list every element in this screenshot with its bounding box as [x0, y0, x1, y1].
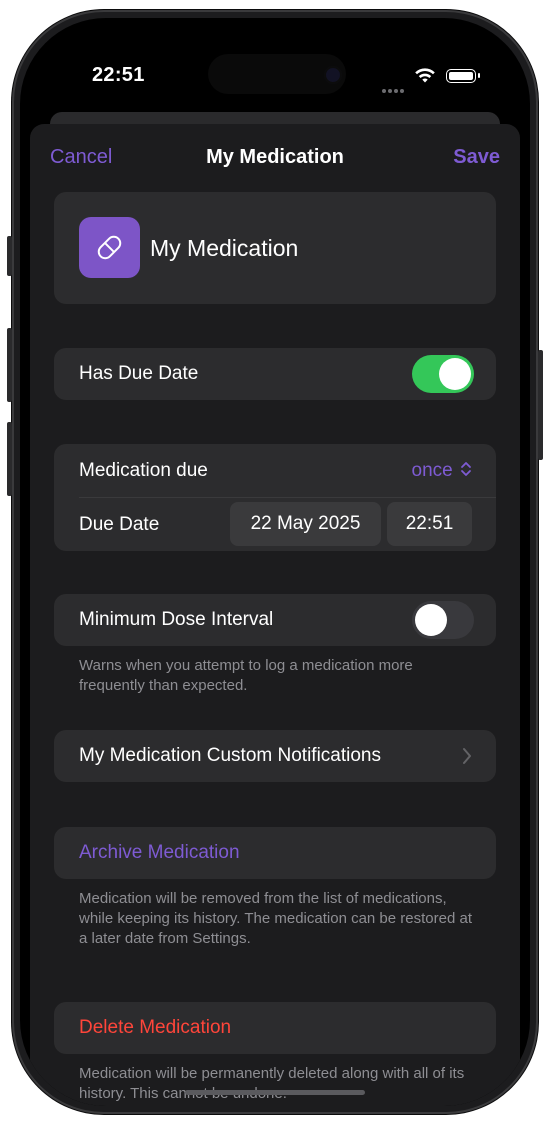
minimum-dose-row: Minimum Dose Interval [54, 594, 496, 646]
minimum-dose-toggle[interactable] [412, 601, 474, 639]
delete-row: Delete Medication [54, 1002, 496, 1054]
volume-up-button [7, 328, 12, 402]
delete-medication-button[interactable]: Delete Medication [79, 1017, 231, 1039]
minimum-dose-note: Warns when you attempt to log a medicati… [79, 657, 413, 694]
pill-icon [97, 235, 122, 260]
custom-notifications-label: My Medication Custom Notifications [79, 745, 381, 766]
up-down-chevron-icon [461, 462, 471, 476]
nav-bar: Cancel My Medication Save [30, 124, 520, 194]
has-due-date-label: Has Due Date [79, 363, 199, 384]
divider [79, 497, 496, 498]
medication-header-card: My Medication [54, 192, 496, 304]
frequency-value: once [411, 460, 453, 481]
schedule-card: Medication due once Due Date 22 May 2025… [54, 444, 496, 551]
medication-due-label: Medication due [79, 460, 208, 481]
volume-down-button [7, 422, 12, 496]
wifi-icon [415, 68, 435, 83]
due-time-picker[interactable]: 22:51 [387, 502, 472, 546]
battery-icon [446, 69, 480, 83]
chevron-right-icon [463, 748, 471, 764]
archive-medication-button[interactable]: Archive Medication [79, 842, 240, 864]
medication-name-field[interactable]: My Medication [150, 235, 298, 262]
minimum-dose-label: Minimum Dose Interval [79, 609, 274, 630]
page-title: My Medication [206, 146, 344, 168]
phone-frame: 22:51 Cancel My Medication Save My Medic… [7, 10, 543, 1114]
has-due-date-row: Has Due Date [54, 348, 496, 400]
home-indicator[interactable] [185, 1090, 365, 1095]
custom-notifications-row[interactable]: My Medication Custom Notifications [54, 730, 496, 782]
action-button [7, 236, 12, 276]
delete-note: Medication will be permanently deleted a… [79, 1065, 465, 1102]
frequency-picker[interactable]: once [412, 460, 472, 482]
cellular-signal-icon [382, 80, 406, 98]
power-button [538, 350, 543, 460]
camera-icon [324, 66, 342, 84]
save-button[interactable]: Save [453, 146, 500, 169]
has-due-date-toggle[interactable] [412, 355, 474, 393]
status-bar: 22:51 [20, 18, 530, 118]
archive-note: Medication will be removed from the list… [79, 890, 472, 947]
due-date-picker[interactable]: 22 May 2025 [230, 502, 381, 546]
screen: 22:51 Cancel My Medication Save My Medic… [20, 18, 530, 1106]
archive-row: Archive Medication [54, 827, 496, 879]
due-date-label: Due Date [79, 514, 160, 535]
status-time: 22:51 [92, 64, 145, 86]
medication-icon-button[interactable] [79, 217, 140, 278]
edit-medication-sheet: Cancel My Medication Save My Medication [30, 124, 520, 1106]
